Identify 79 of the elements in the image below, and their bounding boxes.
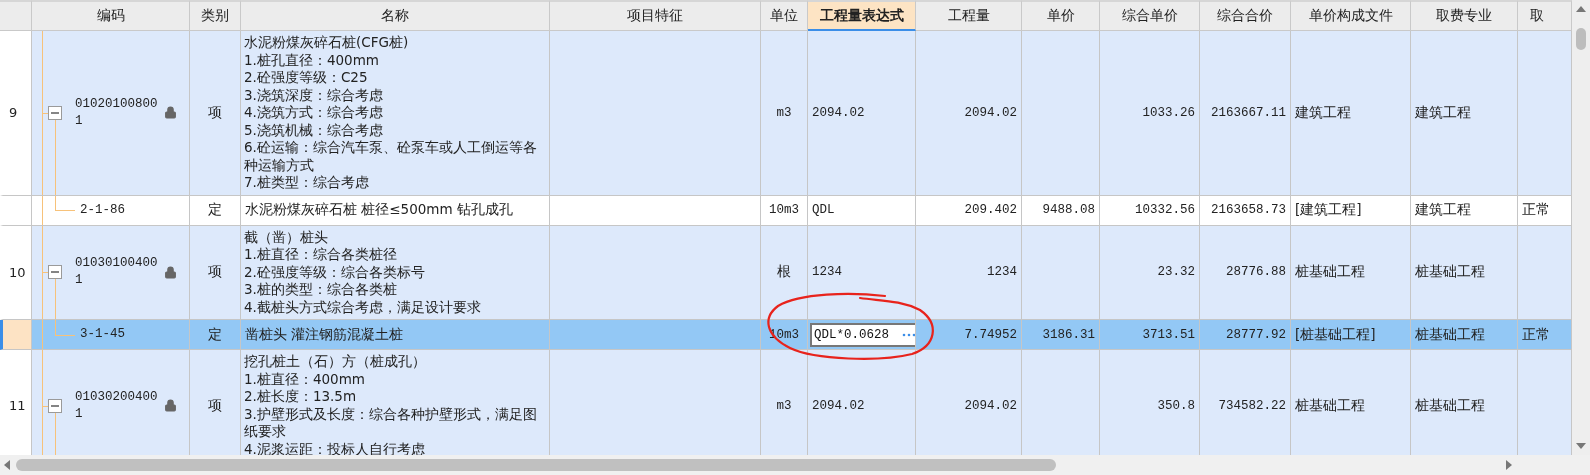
fee-type-cell: 正常 bbox=[1518, 320, 1572, 350]
type-cell: 项 bbox=[190, 225, 241, 320]
scroll-left-icon[interactable] bbox=[4, 460, 10, 470]
unit-price-cell: 23.32 bbox=[1100, 225, 1200, 320]
quantity-cell: 7.74952 bbox=[916, 320, 1022, 350]
expression-field[interactable]: QDL*0.0628 bbox=[810, 322, 915, 347]
name-cell: 截（凿）桩头 1.桩直径：综合各类桩径 2.砼强度等级：综合各类标号 3.桩的类型：综合各类桩 4.截桩头方式综合考虑，满足设计要求 bbox=[241, 225, 550, 320]
scroll-up-icon[interactable] bbox=[1576, 6, 1586, 12]
unit-price-cell: 10332.56 bbox=[1100, 195, 1200, 226]
name-cell: 挖孔桩土（石）方（桩成孔） 1.桩直径：400mm 2.桩长度：13.5m 3.护壁形式及长度：综合各种护壁形式，满足图纸要求 4.泥浆运距：投标人自行考虑 bbox=[241, 350, 550, 455]
price-file-cell: [桩基础工程] bbox=[1291, 320, 1411, 350]
price-file-cell: 建筑工程 bbox=[1291, 31, 1411, 196]
fee-specialty-cell: 桩基础工程 bbox=[1411, 350, 1518, 455]
column-header[interactable]: 工程量表达式 bbox=[808, 0, 916, 31]
scroll-down-icon[interactable] bbox=[1576, 443, 1586, 449]
price-file-cell: 桩基础工程 bbox=[1291, 350, 1411, 455]
price-file-cell: 桩基础工程 bbox=[1291, 225, 1411, 320]
row-number-cell: 9 bbox=[0, 31, 32, 196]
scroll-right-icon[interactable] bbox=[1506, 460, 1512, 470]
unit-price-cell: 1033.26 bbox=[1100, 31, 1200, 196]
type-cell: 项 bbox=[190, 350, 241, 455]
fee-specialty-cell: 建筑工程 bbox=[1411, 195, 1518, 226]
column-header[interactable]: 单价构成文件 bbox=[1291, 0, 1411, 31]
column-header[interactable]: 单位 bbox=[761, 0, 808, 31]
item-code: 3-1-45 bbox=[80, 326, 126, 343]
total-cell: 28777.92 bbox=[1200, 320, 1291, 350]
corner-header bbox=[0, 0, 32, 31]
item-code: 010201008001 bbox=[75, 95, 158, 130]
column-header[interactable]: 取费专业 bbox=[1411, 0, 1518, 31]
quantity-cell: 209.402 bbox=[916, 195, 1022, 226]
column-header[interactable]: 工程量 bbox=[916, 0, 1022, 31]
quantity-cell: 2094.02 bbox=[916, 31, 1022, 196]
expression-cell: 1234 bbox=[808, 225, 916, 320]
fee-specialty-cell: 建筑工程 bbox=[1411, 31, 1518, 196]
column-header[interactable]: 类别 bbox=[190, 0, 241, 31]
total-cell: 2163667.11 bbox=[1200, 31, 1291, 196]
horizontal-scrollbar[interactable] bbox=[0, 455, 1590, 475]
scroll-thumb[interactable] bbox=[16, 459, 1056, 471]
quantity-cell: 2094.02 bbox=[916, 350, 1022, 455]
column-header[interactable]: 取 bbox=[1518, 0, 1572, 31]
name-cell: 水泥粉煤灰碎石桩(CFG桩) 1.桩孔直径：400mm 2.砼强度等级：C25 3.浇筑深度：综合考虑 4.浇筑方式：综合考虑 5.浇筑机械：综合考虑 6.砼运输：综合汽车泵、砼泵车或人工倒运等各种运输方式 7.桩类型：综合考虑 bbox=[241, 31, 550, 196]
total-cell: 28776.88 bbox=[1200, 225, 1291, 320]
unit-cell: 根 bbox=[761, 225, 808, 320]
column-header[interactable]: 综合合价 bbox=[1200, 0, 1291, 31]
unit-cell: m3 bbox=[761, 31, 808, 196]
item-code: 2-1-86 bbox=[80, 201, 126, 219]
price-cell: 3186.31 bbox=[1022, 320, 1100, 350]
name-cell: 水泥粉煤灰碎石桩 桩径≤500mm 钻孔成孔 bbox=[241, 195, 550, 226]
item-code: 010301004001 bbox=[75, 255, 158, 290]
type-cell: 项 bbox=[190, 31, 241, 196]
column-header[interactable]: 编码 bbox=[32, 0, 190, 31]
vertical-scrollbar[interactable] bbox=[1572, 0, 1590, 455]
tree-line bbox=[55, 412, 56, 455]
expression-cell: QDL bbox=[808, 195, 916, 226]
unit-price-cell: 3713.51 bbox=[1100, 320, 1200, 350]
expression-cell: 2094.02 bbox=[808, 350, 916, 455]
column-header[interactable]: 综合单价 bbox=[1100, 0, 1200, 31]
more-icon[interactable] bbox=[902, 332, 915, 337]
scroll-thumb[interactable] bbox=[1576, 28, 1586, 50]
total-cell: 2163658.73 bbox=[1200, 195, 1291, 226]
fee-type-cell: 正常 bbox=[1518, 195, 1572, 226]
unit-price-cell: 350.8 bbox=[1100, 350, 1200, 455]
expression-cell: 2094.02 bbox=[808, 31, 916, 196]
price-cell: 9488.08 bbox=[1022, 195, 1100, 226]
type-cell: 定 bbox=[190, 320, 241, 350]
column-header[interactable]: 项目特征 bbox=[550, 0, 761, 31]
price-file-cell: [建筑工程] bbox=[1291, 195, 1411, 226]
item-code: 010302004001 bbox=[75, 388, 158, 423]
type-cell: 定 bbox=[190, 195, 241, 226]
quantity-cell: 1234 bbox=[916, 225, 1022, 320]
unit-cell: m3 bbox=[761, 350, 808, 455]
fee-specialty-cell: 桩基础工程 bbox=[1411, 320, 1518, 350]
column-header[interactable]: 名称 bbox=[241, 0, 550, 31]
name-cell: 凿桩头 灌注钢筋混凝土桩 bbox=[241, 320, 550, 350]
row-number-cell: 10 bbox=[0, 225, 32, 320]
column-header[interactable]: 单价 bbox=[1022, 0, 1100, 31]
fee-specialty-cell: 桩基础工程 bbox=[1411, 225, 1518, 320]
unit-cell: 10m3 bbox=[761, 195, 808, 226]
total-cell: 734582.22 bbox=[1200, 350, 1291, 455]
